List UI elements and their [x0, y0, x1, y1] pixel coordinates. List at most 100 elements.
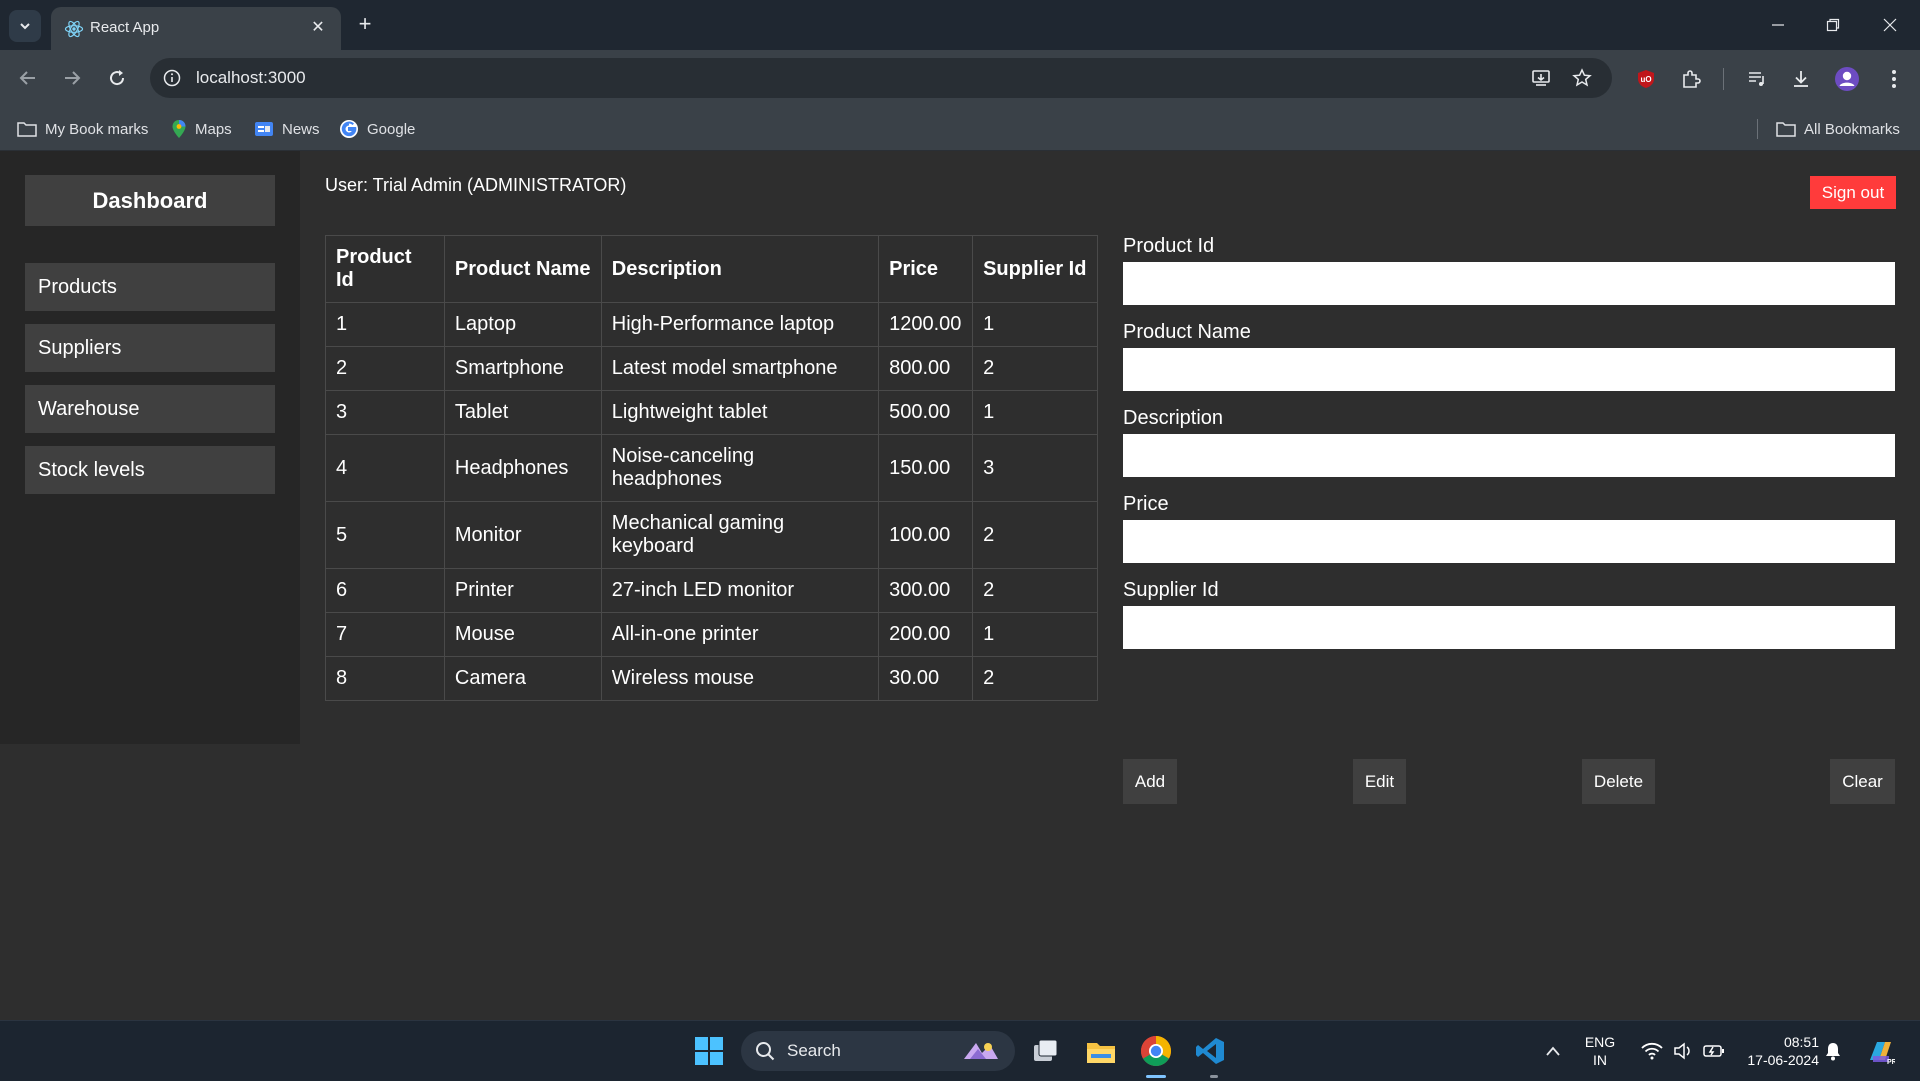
- task-view-icon[interactable]: [1026, 1031, 1066, 1071]
- address-bar[interactable]: localhost:3000: [150, 58, 1612, 98]
- clear-button[interactable]: Clear: [1830, 759, 1895, 804]
- product-id-label: Product Id: [1123, 235, 1215, 257]
- table-row[interactable]: 7 Mouse All-in-one printer 200.00 1: [325, 612, 1098, 657]
- arrow-right-icon: [65, 71, 81, 85]
- reload-button[interactable]: [102, 63, 132, 93]
- vscode-icon[interactable]: [1190, 1031, 1230, 1071]
- react-icon: [64, 20, 84, 38]
- menu-dots-icon[interactable]: [1880, 65, 1908, 93]
- table-row[interactable]: 5 Monitor Mechanical gaming keyboard 100…: [325, 501, 1098, 569]
- copilot-icon[interactable]: PRE: [1860, 1031, 1900, 1071]
- star-icon[interactable]: [1569, 65, 1595, 91]
- column-header: Price: [878, 235, 974, 303]
- table-header-row: Product Id Product Name Description Pric…: [325, 235, 1098, 303]
- cell-product-id: 2: [325, 346, 445, 391]
- new-tab-button[interactable]: +: [352, 12, 378, 38]
- close-window-button[interactable]: [1870, 10, 1910, 40]
- file-explorer-icon[interactable]: [1081, 1031, 1121, 1071]
- sidebar-item-products[interactable]: Products: [25, 263, 275, 311]
- sidebar-item-stock-levels[interactable]: Stock levels: [25, 446, 275, 494]
- cell-product-id: 6: [325, 568, 445, 613]
- cell-supplier-id: 1: [972, 612, 1098, 657]
- install-app-icon[interactable]: [1528, 65, 1554, 91]
- close-icon: [1883, 18, 1897, 32]
- back-button[interactable]: [13, 63, 43, 93]
- tab-close-icon[interactable]: ✕: [307, 16, 329, 38]
- ublock-icon[interactable]: uO: [1632, 65, 1660, 93]
- download-icon[interactable]: [1787, 65, 1815, 93]
- minimize-button[interactable]: [1758, 10, 1798, 40]
- windows-taskbar: Search ENG IN 08:51 17-06-2024 PRE: [0, 1020, 1920, 1081]
- dashboard-title[interactable]: Dashboard: [25, 175, 275, 226]
- supplier-id-label: Supplier Id: [1123, 579, 1219, 601]
- cell-price: 500.00: [878, 390, 974, 435]
- bookmark-my-bookmarks[interactable]: My Book marks: [17, 117, 148, 141]
- table-row[interactable]: 3 Tablet Lightweight tablet 500.00 1: [325, 390, 1098, 435]
- supplier-id-field[interactable]: [1123, 606, 1895, 649]
- tab-search-button[interactable]: [9, 10, 41, 42]
- edit-button[interactable]: Edit: [1353, 759, 1406, 804]
- current-user: User: Trial Admin (ADMINISTRATOR): [325, 175, 627, 195]
- profile-avatar[interactable]: [1833, 65, 1861, 93]
- cell-description: Latest model smartphone: [600, 346, 880, 391]
- bookmark-google[interactable]: Google: [339, 117, 415, 141]
- region-code: IN: [1593, 1052, 1607, 1068]
- product-id-field[interactable]: [1123, 262, 1895, 305]
- wifi-icon: [1641, 1042, 1663, 1060]
- sidebar-item-warehouse[interactable]: Warehouse: [25, 385, 275, 433]
- language-indicator[interactable]: ENG IN: [1576, 1033, 1624, 1069]
- cell-product-id: 1: [325, 302, 445, 347]
- system-status-group[interactable]: [1631, 1031, 1735, 1071]
- bookmark-maps[interactable]: Maps: [171, 117, 232, 141]
- bookmark-news[interactable]: News: [254, 117, 320, 141]
- sign-out-button[interactable]: Sign out: [1810, 176, 1896, 209]
- all-bookmarks[interactable]: All Bookmarks: [1776, 117, 1900, 141]
- cell-supplier-id: 2: [972, 568, 1098, 613]
- tab-title: React App: [90, 19, 160, 36]
- minimize-icon: [1772, 24, 1784, 26]
- forward-button[interactable]: [57, 63, 87, 93]
- table-row[interactable]: 1 Laptop High-Performance laptop 1200.00…: [325, 302, 1098, 347]
- add-button[interactable]: Add: [1123, 759, 1177, 804]
- app-page: Dashboard Products Suppliers Warehouse S…: [0, 151, 1920, 1020]
- table-row[interactable]: 8 Camera Wireless mouse 30.00 2: [325, 656, 1098, 701]
- url-text[interactable]: localhost:3000: [196, 68, 306, 88]
- cell-price: 300.00: [878, 568, 974, 613]
- cell-product-name: Headphones: [443, 434, 602, 502]
- cell-description: Lightweight tablet: [600, 390, 880, 435]
- sidebar-item-suppliers[interactable]: Suppliers: [25, 324, 275, 372]
- bookmarks-bar: My Book marks Maps News Google All Bookm…: [0, 107, 1920, 151]
- cell-product-name: Monitor: [443, 501, 602, 569]
- all-bookmarks-label: All Bookmarks: [1804, 120, 1900, 138]
- description-field[interactable]: [1123, 434, 1895, 477]
- table-row[interactable]: 6 Printer 27-inch LED monitor 300.00 2: [325, 568, 1098, 613]
- svg-text:uO: uO: [1640, 75, 1651, 84]
- cell-description: All-in-one printer: [600, 612, 880, 657]
- table-row[interactable]: 4 Headphones Noise-canceling headphones …: [325, 434, 1098, 502]
- notification-bell-icon[interactable]: [1815, 1031, 1851, 1071]
- windows-start-icon[interactable]: [689, 1031, 729, 1071]
- bookmark-label: Google: [367, 120, 416, 138]
- browser-tab[interactable]: React App ✕: [51, 7, 341, 50]
- browser-tab-bar: React App ✕ +: [0, 0, 1920, 50]
- language-code: ENG: [1584, 1034, 1616, 1050]
- cell-supplier-id: 1: [972, 390, 1098, 435]
- clock[interactable]: 08:51 17-06-2024: [1735, 1033, 1819, 1069]
- price-label: Price: [1123, 493, 1169, 515]
- extensions-icon[interactable]: [1677, 65, 1705, 93]
- product-name-field[interactable]: [1123, 348, 1895, 391]
- delete-button[interactable]: Delete: [1582, 759, 1655, 804]
- table-row[interactable]: 2 Smartphone Latest model smartphone 800…: [325, 346, 1098, 391]
- restore-button[interactable]: [1813, 10, 1853, 40]
- taskbar-search[interactable]: Search: [741, 1031, 1015, 1071]
- chrome-icon[interactable]: [1136, 1031, 1176, 1071]
- show-hidden-icons-chevron-up-icon[interactable]: [1533, 1031, 1573, 1071]
- cell-supplier-id: 2: [972, 656, 1098, 701]
- clock-date: 17-06-2024: [1747, 1052, 1819, 1068]
- site-info-icon[interactable]: [160, 66, 184, 90]
- price-field[interactable]: [1123, 520, 1895, 563]
- media-control-icon[interactable]: [1743, 65, 1771, 93]
- cell-price: 200.00: [878, 612, 974, 657]
- google-icon: [340, 120, 358, 138]
- cell-supplier-id: 3: [972, 434, 1098, 502]
